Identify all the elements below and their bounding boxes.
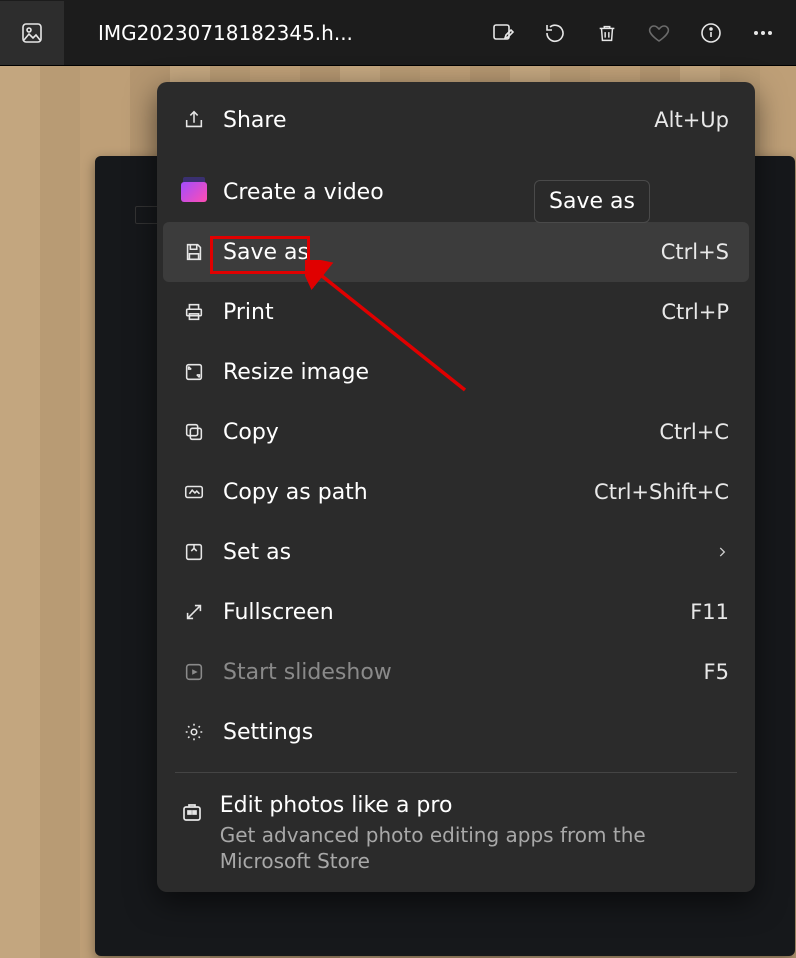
info-button[interactable]	[698, 20, 724, 46]
more-button[interactable]	[750, 20, 776, 46]
print-icon	[179, 297, 209, 327]
share-icon	[179, 105, 209, 135]
heart-icon	[647, 21, 671, 45]
menu-shortcut: Ctrl+C	[659, 420, 729, 444]
info-icon	[699, 21, 723, 45]
menu-resize[interactable]: Resize image	[163, 342, 749, 402]
tooltip-save-as: Save as	[534, 180, 650, 223]
menu-share[interactable]: Share Alt+Up	[163, 90, 749, 150]
menu-shortcut: Ctrl+P	[661, 300, 729, 324]
resize-icon	[179, 357, 209, 387]
menu-label: Copy as path	[223, 480, 368, 505]
menu-promo[interactable]: Edit photos like a pro Get advanced phot…	[163, 783, 749, 874]
menu-shortcut: F11	[690, 600, 729, 624]
fullscreen-icon	[179, 597, 209, 627]
menu-copy[interactable]: Copy Ctrl+C	[163, 402, 749, 462]
favourite-button[interactable]	[646, 20, 672, 46]
copy-icon	[179, 417, 209, 447]
menu-label: Copy	[223, 420, 279, 445]
rotate-icon	[543, 21, 567, 45]
chevron-right-icon	[715, 540, 729, 565]
menu-set-as[interactable]: Set as	[163, 522, 749, 582]
gear-icon	[179, 717, 209, 747]
menu-label: Print	[223, 300, 274, 325]
promo-title: Edit photos like a pro	[220, 793, 739, 818]
menu-label: Fullscreen	[223, 600, 334, 625]
menu-label: Save as	[223, 240, 309, 265]
menu-label: Settings	[223, 720, 313, 745]
clipchamp-icon	[179, 177, 209, 207]
menu-create-video[interactable]: Create a video	[163, 162, 749, 222]
menu-label: Resize image	[223, 360, 369, 385]
menu-shortcut: Alt+Up	[654, 108, 729, 132]
titlebar: IMG20230718182345.h...	[0, 0, 796, 66]
menu-slideshow: Start slideshow F5	[163, 642, 749, 702]
image-icon	[20, 21, 44, 45]
edit-image-button[interactable]	[490, 20, 516, 46]
edit-image-icon	[491, 21, 515, 45]
store-icon	[179, 797, 206, 827]
save-icon	[179, 237, 209, 267]
menu-label: Set as	[223, 540, 291, 565]
menu-fullscreen[interactable]: Fullscreen F11	[163, 582, 749, 642]
menu-shortcut: F5	[704, 660, 729, 684]
set-as-icon	[179, 537, 209, 567]
promo-subtitle: Get advanced photo editing apps from the…	[220, 822, 739, 874]
slideshow-icon	[179, 657, 209, 687]
menu-label: Share	[223, 108, 287, 133]
menu-label: Start slideshow	[223, 660, 392, 685]
context-menu: Share Alt+Up Create a video Save as Ctrl…	[157, 82, 755, 892]
trash-icon	[596, 21, 618, 45]
more-icon	[751, 21, 775, 45]
menu-copy-path[interactable]: Copy as path Ctrl+Shift+C	[163, 462, 749, 522]
menu-separator	[175, 772, 737, 773]
file-name: IMG20230718182345.h...	[98, 21, 353, 45]
app-icon-button[interactable]	[0, 1, 64, 65]
menu-print[interactable]: Print Ctrl+P	[163, 282, 749, 342]
menu-settings[interactable]: Settings	[163, 702, 749, 762]
titlebar-actions	[490, 20, 776, 46]
menu-label: Create a video	[223, 180, 384, 205]
delete-button[interactable]	[594, 20, 620, 46]
menu-shortcut: Ctrl+Shift+C	[594, 480, 729, 504]
menu-save-as[interactable]: Save as Ctrl+S	[163, 222, 749, 282]
copy-path-icon	[179, 477, 209, 507]
rotate-button[interactable]	[542, 20, 568, 46]
menu-shortcut: Ctrl+S	[661, 240, 729, 264]
